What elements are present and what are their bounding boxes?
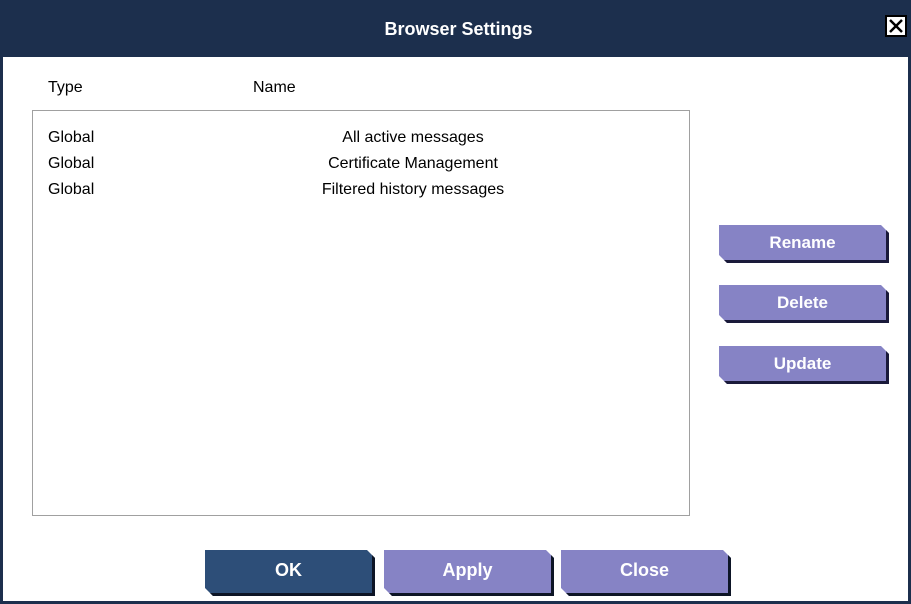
rename-button[interactable]: Rename — [719, 225, 889, 263]
list-item[interactable]: Global Filtered history messages — [33, 179, 689, 201]
dialog-title: Browser Settings — [384, 19, 533, 39]
update-button[interactable]: Update — [719, 346, 889, 384]
list-item-type: Global — [48, 181, 95, 198]
list-item-name: Certificate Management — [328, 155, 498, 172]
ok-button[interactable]: OK — [205, 550, 375, 596]
list-item-name: All active messages — [342, 129, 484, 146]
apply-button[interactable]: Apply — [384, 550, 554, 596]
delete-button[interactable]: Delete — [719, 285, 889, 323]
settings-list[interactable]: Global All active messages Global Certif… — [32, 110, 690, 516]
list-item[interactable]: Global Certificate Management — [33, 153, 689, 175]
close-button[interactable]: Close — [561, 550, 731, 596]
close-icon[interactable] — [885, 15, 907, 37]
column-header-name: Name — [253, 79, 296, 96]
column-header-type: Type — [48, 79, 83, 96]
browser-settings-dialog: Browser Settings Type Name Global All ac… — [0, 0, 911, 604]
list-item-type: Global — [48, 129, 95, 146]
title-bar[interactable]: Browser Settings — [3, 0, 911, 57]
list-item[interactable]: Global All active messages — [33, 127, 689, 149]
list-item-type: Global — [48, 155, 95, 172]
list-item-name: Filtered history messages — [321, 181, 505, 198]
